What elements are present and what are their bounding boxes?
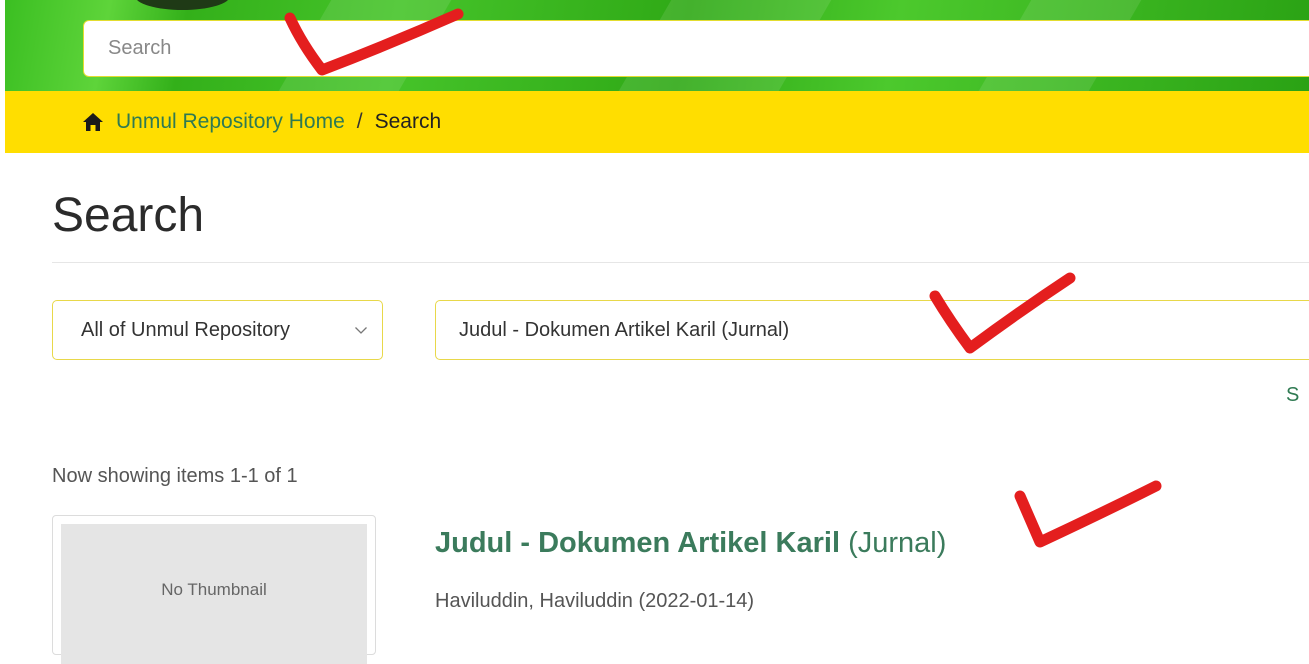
result-title-main: Judul - Dokumen Artikel Karil [435,527,849,559]
query-input-value: Judul - Dokumen Artikel Karil (Jurnal) [459,318,790,341]
search-options-link[interactable]: S [1286,384,1299,407]
breadcrumb-separator: / [356,110,363,133]
results-count: Now showing items 1-1 of 1 [52,465,298,487]
breadcrumb-home-link[interactable]: Unmul Repository Home [116,110,345,134]
thumbnail-label: No Thumbnail [161,580,267,599]
thumbnail-placeholder: No Thumbnail [61,524,367,664]
scope-select[interactable]: All of Unmul Repository [52,300,383,360]
result-title-link[interactable]: Judul - Dokumen Artikel Karil (Jurnal) [435,527,946,560]
query-input[interactable]: Judul - Dokumen Artikel Karil (Jurnal) [435,300,1309,360]
breadcrumb-bar: Unmul Repository Home / Search [5,91,1309,153]
breadcrumb-current: Search [374,110,442,133]
check-mark-annotation [1014,480,1162,548]
chevron-down-icon [355,327,367,334]
header-search-box[interactable] [83,20,1309,77]
home-icon [83,113,103,131]
result-meta: Haviluddin, Haviluddin (2022-01-14) [435,590,755,612]
breadcrumb: Unmul Repository Home / Search [82,110,441,134]
header-search-input[interactable] [84,37,1309,60]
logo-fragment [135,0,230,10]
result-thumbnail[interactable]: No Thumbnail [52,515,376,664]
result-title-paren: (Jurnal) [848,527,947,559]
title-divider [52,262,1309,263]
site-header [5,0,1309,91]
scope-select-value: All of Unmul Repository [81,318,290,341]
page-title: Search [52,189,205,242]
